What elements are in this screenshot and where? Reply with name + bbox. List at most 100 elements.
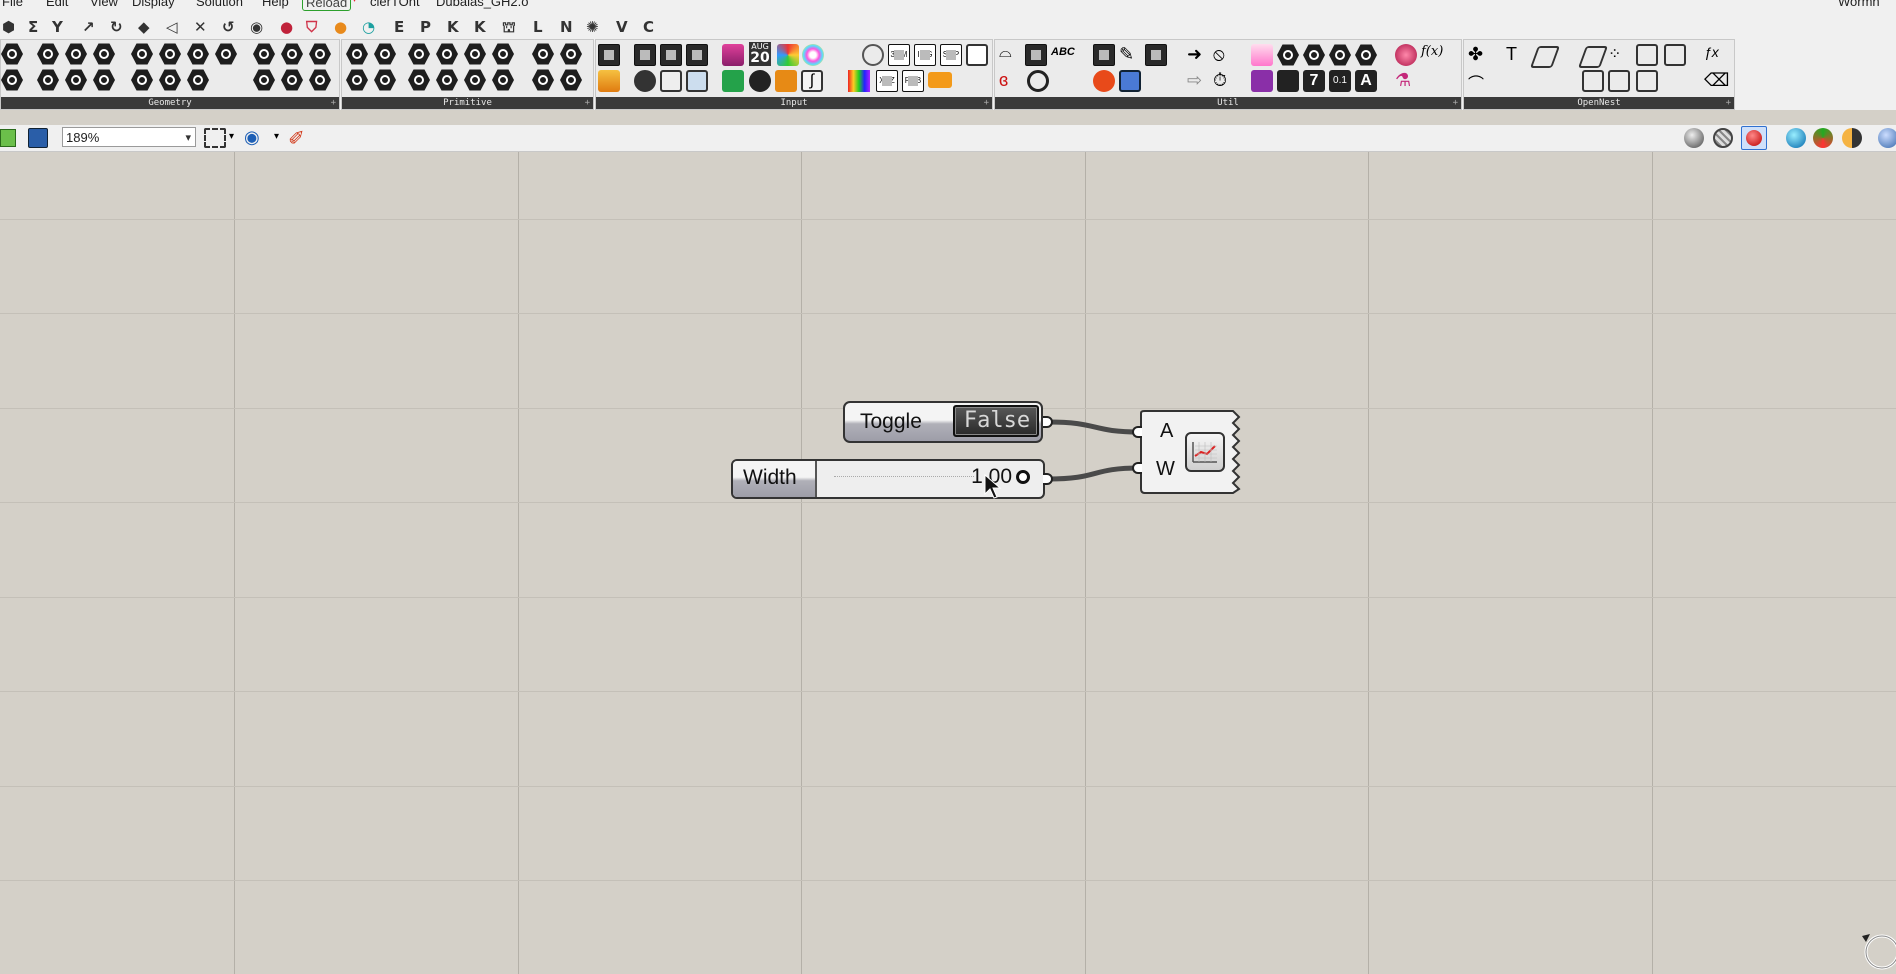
cable-icon[interactable] — [1093, 44, 1115, 66]
parts-icon[interactable] — [1582, 70, 1604, 92]
complex-param-icon[interactable] — [492, 43, 514, 65]
plane-param-icon[interactable] — [65, 69, 87, 91]
generic-param-icon[interactable] — [560, 69, 582, 91]
boolean-param-icon[interactable] — [346, 43, 368, 65]
number-01-icon[interactable]: 0.1 — [1329, 70, 1351, 92]
cross-icon[interactable] — [1355, 44, 1377, 66]
matrix-param-icon[interactable] — [464, 43, 486, 65]
vector-param-icon[interactable] — [281, 43, 303, 65]
timer-icon[interactable]: ⏱ — [1213, 70, 1235, 92]
seven-icon[interactable]: 7 — [1303, 70, 1325, 92]
menu-file[interactable]: File — [2, 0, 23, 9]
geometry-cache-icon[interactable] — [131, 69, 153, 91]
canvas[interactable] — [0, 152, 1896, 974]
colour-wheel-icon[interactable] — [777, 44, 799, 66]
panel-input-icon[interactable] — [686, 44, 708, 66]
preview-shaded-icon[interactable] — [1713, 128, 1733, 148]
menu-help[interactable]: Help — [262, 0, 289, 9]
box-param-icon[interactable] — [131, 43, 153, 65]
xyz-icon[interactable]: XYZ — [876, 70, 898, 92]
glasses-outline-icon[interactable]: ⌓ — [999, 44, 1021, 66]
colour-picker-icon[interactable] — [802, 44, 824, 66]
point-param-icon[interactable] — [93, 69, 115, 91]
tab-k1[interactable]: K — [447, 18, 459, 36]
opennest-logo-icon[interactable]: ✤ — [1468, 44, 1490, 66]
interval-param-icon[interactable] — [436, 69, 458, 91]
preview-sphere-icon[interactable] — [1878, 128, 1896, 148]
glasses-icon[interactable] — [966, 44, 988, 66]
mesh-param-icon[interactable] — [187, 43, 209, 65]
sketch-pen-icon[interactable]: ✐ — [288, 126, 305, 151]
pdb-icon[interactable]: PDB — [902, 70, 924, 92]
field-param-icon[interactable] — [215, 43, 237, 65]
curve-param-icon[interactable] — [65, 43, 87, 65]
preview-colour-icon[interactable] — [1813, 128, 1833, 148]
tab-plugin-teal-icon[interactable]: ◔ — [362, 18, 375, 36]
image-sampler-icon[interactable] — [686, 70, 708, 92]
clock-icon[interactable] — [749, 70, 771, 92]
twisted-box-icon[interactable] — [253, 69, 275, 91]
input-port-a[interactable] — [1132, 426, 1142, 438]
geometry-icon[interactable] — [1, 69, 23, 91]
tab-curve-icon[interactable]: ↻ — [110, 18, 123, 36]
shp-icon[interactable]: SHP — [940, 44, 962, 66]
toggle-input-icon[interactable] — [660, 44, 682, 66]
img-icon[interactable]: IMG — [914, 44, 936, 66]
colour-swatch-icon[interactable] — [722, 44, 744, 66]
tab-plugin-red-icon[interactable]: ● — [280, 18, 293, 36]
menu-display[interactable]: Display — [132, 0, 175, 9]
atom-param-icon[interactable] — [309, 69, 331, 91]
flask-icon[interactable]: ⚗ — [1395, 70, 1417, 92]
brep-param-icon[interactable] — [159, 43, 181, 65]
tab-e[interactable]: E — [394, 18, 404, 36]
slider-grip-handle[interactable] — [1016, 470, 1030, 484]
cherry-icon[interactable]: ɞ — [999, 70, 1021, 92]
group-param-icon[interactable] — [187, 69, 209, 91]
grid-parts-icon[interactable] — [1636, 44, 1658, 66]
sphere-red-icon[interactable] — [1395, 44, 1417, 66]
geometry-pipeline-icon[interactable] — [159, 69, 181, 91]
record-icon[interactable] — [1093, 70, 1115, 92]
d3m-icon[interactable]: 3DM — [888, 44, 910, 66]
circle-param-icon[interactable] — [37, 43, 59, 65]
calendar-icon[interactable]: AUG 20 — [749, 42, 771, 66]
text-tool-icon[interactable]: T — [1506, 44, 1528, 66]
arrow-outline-icon[interactable]: ⇨ — [1187, 70, 1209, 92]
navigation-compass-icon[interactable] — [1858, 928, 1896, 974]
fire-gradient-icon[interactable] — [598, 70, 620, 92]
integer-param-icon[interactable] — [346, 69, 368, 91]
value-list-icon[interactable] — [660, 70, 682, 92]
chevron-down-icon[interactable]: ▾ — [229, 131, 234, 142]
fx-icon[interactable]: f(x) — [1421, 44, 1443, 66]
transform-param-icon[interactable] — [309, 43, 331, 65]
sheet-icon[interactable] — [1577, 46, 1609, 68]
number-param-icon[interactable] — [374, 43, 396, 65]
tab-l[interactable]: L — [533, 18, 543, 36]
zoom-extents-icon[interactable] — [204, 128, 226, 148]
grid-matrix-icon[interactable] — [722, 70, 744, 92]
sensor-icon[interactable] — [862, 44, 884, 66]
no-entry-icon[interactable]: ⦸ — [1213, 44, 1235, 66]
menu-plugin[interactable]: clerTOnt — [370, 0, 420, 9]
c-slash-icon[interactable] — [1277, 70, 1299, 92]
tab-display-icon[interactable]: ◉ — [250, 18, 263, 36]
target-icon[interactable] — [1303, 44, 1325, 66]
loop-icon[interactable] — [1145, 44, 1167, 66]
tab-splat-icon[interactable]: ✺ — [586, 18, 599, 36]
geometry-icon[interactable] — [1, 43, 23, 65]
gradient-icon[interactable] — [775, 70, 797, 92]
culture-param-icon[interactable] — [492, 69, 514, 91]
tab-v[interactable]: V — [616, 18, 628, 36]
tab-plugin-shield-icon[interactable]: ⛉ — [306, 18, 317, 36]
button-input-icon[interactable] — [634, 44, 656, 66]
tab-c[interactable]: C — [643, 18, 654, 36]
line-param-icon[interactable] — [37, 69, 59, 91]
zoom-select[interactable]: 189% ▾ — [62, 127, 196, 147]
tab-p[interactable]: P — [420, 18, 431, 36]
chevron-down-icon[interactable]: ▾ — [274, 131, 279, 142]
preview-mesh-icon[interactable] — [1786, 128, 1806, 148]
text-param-icon[interactable] — [374, 69, 396, 91]
time-param-icon[interactable] — [408, 69, 430, 91]
data-param-icon[interactable] — [532, 43, 554, 65]
menu-solution[interactable]: Solution — [196, 0, 243, 9]
